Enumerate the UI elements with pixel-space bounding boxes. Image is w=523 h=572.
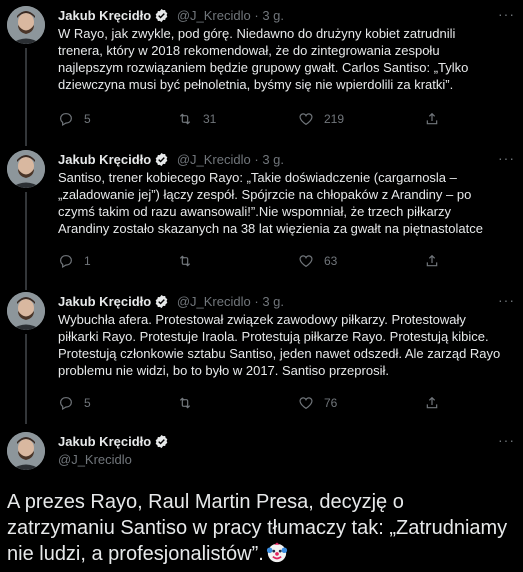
reply-icon	[60, 397, 72, 411]
avatar[interactable]	[7, 150, 45, 188]
like-count: 219	[324, 112, 345, 126]
tweet-header: Jakub Kręcidło @J_Krecidlo · 3 g.	[58, 292, 284, 312]
author-handle[interactable]: @J_Krecidlo	[177, 152, 251, 167]
tweet-text: W Rayo, jak zwykle, pod górę. Niedawno d…	[58, 26, 469, 92]
main-tweet-text: A prezes Rayo, Raul Martin Presa, decyzj…	[7, 489, 517, 567]
thread-line	[25, 334, 27, 424]
main-tweet-header: Jakub Kręcidło @J_Krecidlo	[58, 433, 169, 469]
like-button[interactable]: 76	[298, 393, 337, 413]
separator-dot: ·	[254, 294, 259, 309]
like-count: 76	[324, 396, 338, 410]
avatar[interactable]	[7, 432, 45, 470]
tweet-actions: 1 63	[58, 251, 458, 271]
avatar-photo-icon	[7, 432, 45, 470]
tweet-actions: 5 76	[58, 393, 458, 413]
tweet-header: Jakub Kręcidło @J_Krecidlo · 3 g.	[58, 150, 284, 170]
clown-face-icon	[266, 542, 287, 563]
retweet-icon	[179, 255, 191, 267]
retweet-icon	[179, 397, 191, 409]
tweet-2[interactable]: Jakub Kręcidło @J_Krecidlo · 3 g. ··· Sa…	[0, 150, 523, 290]
retweet-icon	[179, 113, 191, 125]
retweet-button[interactable]: 31	[177, 109, 216, 129]
tweet-1[interactable]: Jakub Kręcidło @J_Krecidlo · 3 g. ··· W …	[0, 6, 523, 146]
reply-count: 5	[84, 112, 91, 126]
heart-icon	[299, 397, 313, 410]
avatar[interactable]	[7, 292, 45, 330]
tweet-actions: 5 31 219	[58, 109, 458, 129]
verified-badge-icon	[155, 294, 168, 309]
timestamp[interactable]: 3 g.	[262, 294, 284, 309]
more-options-icon[interactable]: ···	[498, 292, 515, 308]
heart-icon	[299, 255, 313, 268]
verified-badge-icon	[155, 152, 168, 167]
author-handle[interactable]: @J_Krecidlo	[177, 294, 251, 309]
avatar-photo-icon	[7, 6, 45, 44]
tweet-text: Wybuchła afera. Protestował związek zawo…	[58, 312, 501, 378]
verified-badge-icon	[155, 434, 168, 449]
more-options-icon[interactable]: ···	[498, 6, 515, 22]
share-button[interactable]	[424, 251, 440, 271]
reply-count: 1	[84, 254, 91, 268]
author-name[interactable]: Jakub Kręcidło	[58, 294, 151, 309]
separator-dot: ·	[254, 152, 259, 167]
author-handle[interactable]: @J_Krecidlo	[58, 451, 169, 469]
reply-button[interactable]: 5	[58, 109, 91, 129]
retweet-button[interactable]	[177, 393, 203, 413]
verified-badge-icon	[155, 8, 168, 23]
reply-count: 5	[84, 396, 91, 410]
tweet-3[interactable]: Jakub Kręcidło @J_Krecidlo · 3 g. ··· Wy…	[0, 292, 523, 424]
author-name[interactable]: Jakub Kręcidło	[58, 434, 151, 449]
reply-icon	[60, 113, 72, 127]
tweet-header: Jakub Kręcidło @J_Krecidlo · 3 g.	[58, 6, 284, 26]
avatar[interactable]	[7, 6, 45, 44]
like-button[interactable]: 219	[298, 109, 344, 129]
retweet-button[interactable]	[177, 251, 203, 271]
thread-line	[25, 48, 27, 146]
timestamp[interactable]: 3 g.	[262, 152, 284, 167]
share-icon	[426, 396, 438, 409]
thread-line	[25, 192, 27, 290]
more-options-icon[interactable]: ···	[498, 432, 515, 448]
author-handle[interactable]: @J_Krecidlo	[177, 8, 251, 23]
tweet-text: Santiso, trener kobiecego Rayo: „Takie d…	[58, 170, 483, 236]
main-tweet-text-content: A prezes Rayo, Raul Martin Presa, decyzj…	[7, 491, 508, 565]
more-options-icon[interactable]: ···	[498, 150, 515, 166]
timestamp[interactable]: 3 g.	[262, 8, 284, 23]
share-icon	[426, 112, 438, 125]
like-count: 63	[324, 254, 338, 268]
reply-button[interactable]: 5	[58, 393, 91, 413]
separator-dot: ·	[254, 8, 259, 23]
avatar-photo-icon	[7, 292, 45, 330]
author-name[interactable]: Jakub Kręcidło	[58, 8, 151, 23]
retweet-count: 31	[203, 112, 217, 126]
author-name[interactable]: Jakub Kręcidło	[58, 152, 151, 167]
share-button[interactable]	[424, 393, 440, 413]
share-icon	[426, 254, 438, 267]
like-button[interactable]: 63	[298, 251, 337, 271]
avatar-photo-icon	[7, 150, 45, 188]
heart-icon	[299, 113, 313, 126]
share-button[interactable]	[424, 109, 440, 129]
reply-button[interactable]: 1	[58, 251, 91, 271]
reply-icon	[60, 255, 72, 269]
